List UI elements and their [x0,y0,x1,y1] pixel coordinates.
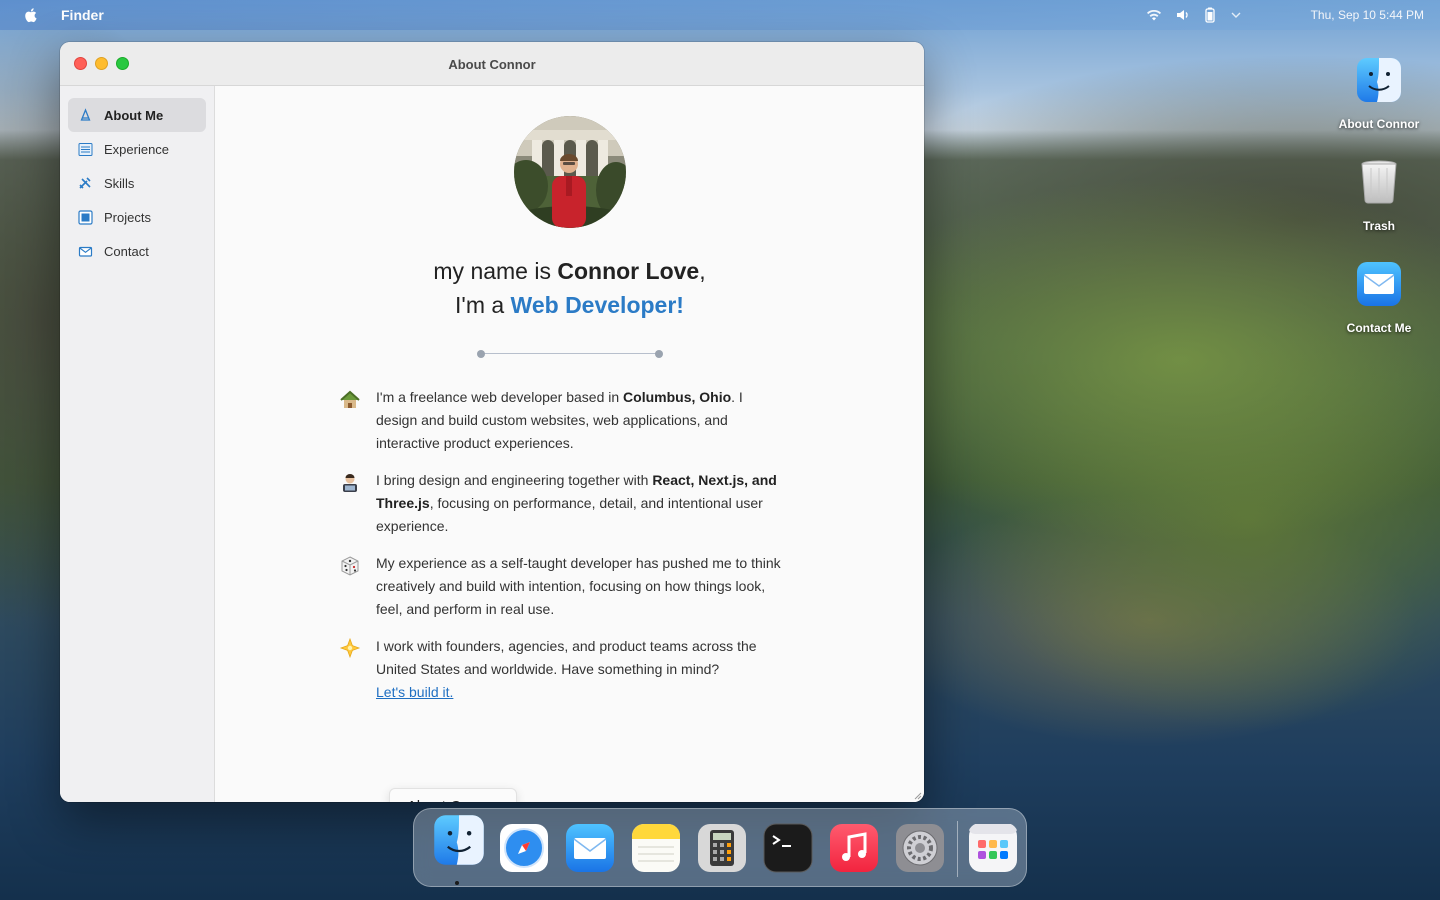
square-icon [78,210,93,225]
battery-icon[interactable] [1204,7,1216,23]
headline-suffix: , [699,258,706,284]
headline-name: Connor Love [557,258,700,284]
sparkle-emoji-icon [339,638,361,659]
desktop-icon-label: About Connor [1338,117,1420,131]
envelope-icon [78,246,93,257]
resize-grip-icon[interactable] [912,790,922,800]
house-emoji-icon [340,390,360,408]
apple-icon[interactable] [22,6,40,24]
divider-line [481,353,659,354]
dock-mail-icon[interactable] [565,823,615,873]
headline-prefix: my name is [433,258,558,284]
sidebar-item-label: Contact [104,243,149,259]
sidebar-item-about-me[interactable]: About Me [68,98,206,132]
text-run: , focusing on performance, detail, and i… [376,495,763,534]
bio-paragraph-3: My experience as a self-taught developer… [341,552,783,621]
dock-separator [957,821,958,877]
window-title: About Connor [448,57,536,72]
mail-icon [1357,262,1401,306]
bio-paragraph-1: I'm a freelance web developer based in C… [340,386,783,455]
trash-icon [1361,160,1397,204]
desktop-icon-label: Trash [1362,219,1395,233]
dock [413,808,1027,887]
sidebar-item-contact[interactable]: Contact [68,234,206,268]
desktop-icon-about-connor[interactable]: About Connor [1324,56,1434,131]
headline-role: Web Developer! [510,292,684,318]
desktop-icon-label: Contact Me [1346,321,1412,335]
window-titlebar[interactable]: About Connor [60,42,924,86]
control-center-icon[interactable] [1230,9,1242,21]
profile-photo [514,116,626,228]
text-run: My experience as a self-taught developer… [376,555,781,617]
desktop-icon-trash[interactable]: Trash [1324,158,1434,233]
dock-safari-icon[interactable] [499,823,549,873]
divider-dot-left [477,350,485,358]
sidebar: About Me Experience Skills Projects Cont… [60,86,215,802]
sidebar-item-label: Experience [104,141,170,157]
paragraph-text: I bring design and engineering together … [376,469,783,538]
menu-bar: Finder Thu, Sep 10 5:44 PM [0,0,1440,30]
content-pane: my name is Connor Love, I'm a Web Develo… [215,86,924,802]
divider-dot-right [655,350,663,358]
wifi-icon[interactable] [1146,8,1162,22]
dice-emoji-icon [341,556,359,576]
person-icon [80,108,91,121]
desktop-icon-contact-me[interactable]: Contact Me [1324,260,1434,335]
bio-paragraph-2: I bring design and engineering together … [343,469,783,538]
list-icon [78,143,93,156]
dock-system-preferences-icon[interactable] [895,823,945,873]
dock-music-icon[interactable] [829,823,879,873]
bio-paragraph-4: I work with founders, agencies, and prod… [339,635,783,704]
sidebar-item-label: Projects [104,209,151,225]
about-window: About Connor About Me Experience Skills [60,42,924,802]
paragraph-text: I'm a freelance web developer based in C… [376,386,783,455]
sidebar-item-projects[interactable]: Projects [68,200,206,234]
dock-finder-icon[interactable] [432,813,486,867]
sidebar-item-skills[interactable]: Skills [68,166,206,200]
headline-line-2: I'm a Web Developer! [215,292,924,319]
sidebar-item-label: About Me [104,107,164,123]
divider [477,350,663,358]
dock-terminal-icon[interactable] [763,823,813,873]
volume-icon[interactable] [1176,8,1190,22]
window-tooltip: About Connor [389,788,517,802]
sidebar-item-label: Skills [104,175,135,191]
paragraph-text: My experience as a self-taught developer… [376,552,783,621]
paragraph-text: I work with founders, agencies, and prod… [376,635,783,704]
headline-role-prefix: I'm a [455,292,511,318]
dock-calculator-icon[interactable] [697,823,747,873]
tools-icon [79,177,91,189]
text-bold: Columbus, Ohio [623,389,732,405]
text-run: I'm a freelance web developer based in [376,389,624,405]
dock-launchpad-icon[interactable] [968,823,1018,873]
text-run: I work with founders, agencies, and prod… [376,638,757,677]
text-run: I bring design and engineering together … [376,472,653,488]
menu-clock[interactable]: Thu, Sep 10 5:44 PM [1311,8,1424,22]
status-icons [1146,7,1242,23]
dock-running-indicator [455,881,459,885]
dock-notes-icon[interactable] [631,823,681,873]
menu-app-name[interactable]: Finder [61,7,104,23]
sidebar-item-experience[interactable]: Experience [68,132,206,166]
headline-line-1: my name is Connor Love, [215,258,924,285]
technologist-emoji-icon [343,474,357,492]
lets-build-link[interactable]: Let's build it. [376,684,453,700]
finder-icon [1357,58,1401,102]
